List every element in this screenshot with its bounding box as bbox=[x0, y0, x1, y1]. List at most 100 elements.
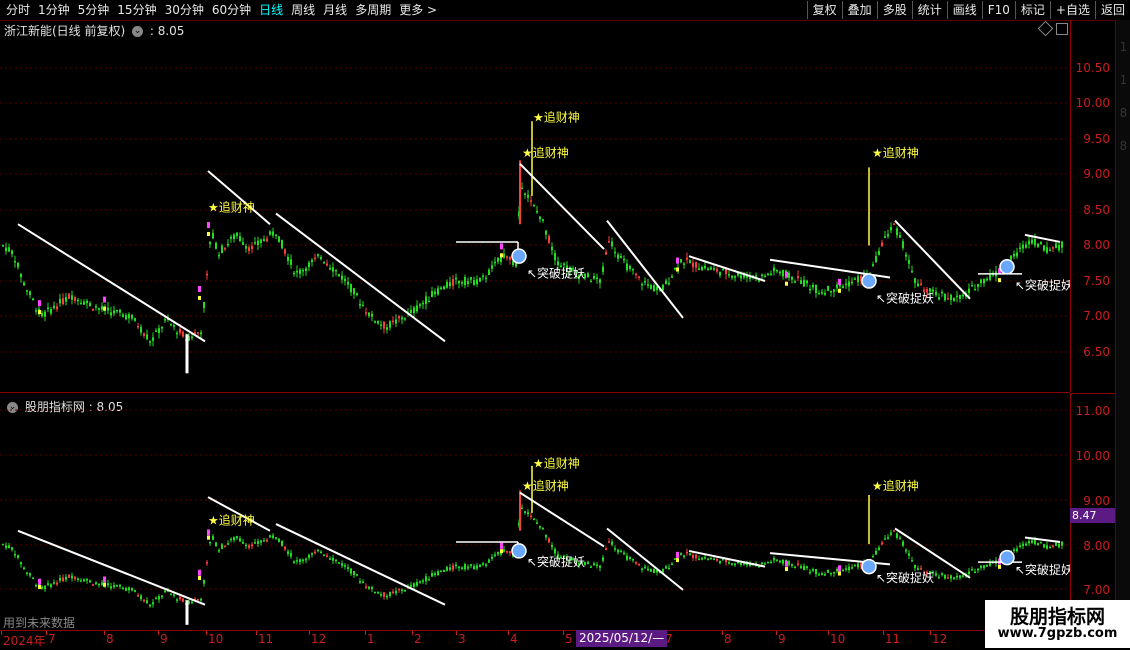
candle-body bbox=[338, 274, 340, 277]
signal-marker bbox=[38, 300, 41, 307]
candle-body bbox=[536, 211, 538, 213]
side-strip[interactable]: 1 1 8 8 bbox=[1115, 20, 1130, 630]
period-tab[interactable]: 多周期 bbox=[351, 0, 395, 20]
period-tab[interactable]: 60分钟 bbox=[208, 0, 255, 20]
trend-line bbox=[606, 220, 684, 319]
action-button[interactable]: 画线 bbox=[946, 1, 982, 19]
candle-body bbox=[920, 568, 922, 570]
candle-body bbox=[1010, 255, 1012, 260]
candle-body bbox=[173, 325, 175, 327]
signal-marker bbox=[838, 288, 841, 293]
candle-body bbox=[830, 290, 832, 293]
candle-body bbox=[527, 512, 529, 515]
candle-body bbox=[890, 532, 892, 535]
candle-body bbox=[977, 568, 979, 571]
signal-marker bbox=[103, 576, 106, 583]
candle-body bbox=[791, 563, 793, 566]
candle-body bbox=[89, 580, 91, 583]
action-button[interactable]: 复权 bbox=[806, 1, 842, 19]
candle-body bbox=[344, 565, 346, 567]
signal-marker bbox=[785, 567, 788, 572]
action-button[interactable]: 多股 bbox=[876, 1, 912, 19]
candle-body bbox=[191, 601, 193, 604]
candle-body bbox=[248, 247, 250, 252]
signal-marker bbox=[785, 281, 788, 286]
candle-body bbox=[419, 581, 421, 583]
candle-body bbox=[353, 288, 355, 295]
action-button[interactable]: 标记 bbox=[1014, 1, 1050, 19]
action-button[interactable]: +自选 bbox=[1049, 1, 1095, 19]
period-tab[interactable]: 分时 bbox=[2, 0, 34, 20]
period-tab[interactable]: 15分钟 bbox=[113, 0, 160, 20]
top-signal-label: ★追财神 bbox=[208, 199, 255, 214]
candle-body bbox=[671, 563, 673, 566]
candle-body bbox=[1049, 546, 1051, 549]
candle-body bbox=[635, 273, 637, 276]
candle-body bbox=[284, 249, 286, 254]
candle-body bbox=[983, 278, 985, 284]
candle-body bbox=[605, 548, 607, 550]
candle-body bbox=[227, 243, 229, 246]
candle-body bbox=[434, 291, 436, 295]
candle-body bbox=[500, 256, 502, 262]
candle-body bbox=[728, 562, 730, 564]
axis-tick: 10.00 bbox=[1075, 449, 1110, 463]
candle-body bbox=[854, 564, 856, 567]
period-tab[interactable]: 更多 > bbox=[395, 0, 441, 20]
period-tab[interactable]: 周线 bbox=[287, 0, 319, 20]
candle-body bbox=[380, 324, 382, 326]
candle-body bbox=[383, 321, 385, 329]
action-button[interactable]: F10 bbox=[981, 1, 1015, 19]
candle-body bbox=[770, 561, 772, 564]
strip-char: 8 bbox=[1119, 139, 1128, 153]
period-tab[interactable]: 1分钟 bbox=[34, 0, 74, 20]
candle-body bbox=[209, 541, 211, 544]
candle-body bbox=[137, 326, 139, 328]
candle-body bbox=[95, 306, 97, 308]
candle-body bbox=[62, 577, 64, 582]
candle-body bbox=[821, 291, 823, 294]
candle-body bbox=[935, 573, 937, 576]
candle-body bbox=[179, 596, 181, 600]
action-button[interactable]: 返回 bbox=[1094, 1, 1130, 19]
candle-body bbox=[845, 283, 847, 286]
candle-body bbox=[293, 272, 295, 275]
candle-body bbox=[146, 334, 148, 340]
candle-body bbox=[467, 281, 469, 284]
candle-body bbox=[257, 541, 259, 544]
lower-indicator-chart[interactable]: ★追财神 ★追财神 ★追财神 ★追财神 ↖突破捉妖 ↖突破捉妖 ↖突破捉妖 bbox=[0, 393, 1070, 630]
period-tab[interactable]: 30分钟 bbox=[161, 0, 208, 20]
panel-divider[interactable] bbox=[0, 392, 1070, 393]
candle-body bbox=[794, 281, 796, 283]
upper-kline-chart[interactable]: ★追财神 ★追财神 ★追财神 ★追财神 ↖突破捉妖 ↖突破捉妖 ↖突破捉妖 bbox=[0, 20, 1070, 392]
candle-body bbox=[305, 268, 307, 272]
candle-body bbox=[797, 563, 799, 566]
candle-body bbox=[449, 567, 451, 570]
candle-body bbox=[497, 257, 499, 262]
candle-body bbox=[764, 563, 766, 565]
action-button[interactable]: 叠加 bbox=[841, 1, 877, 19]
period-tab[interactable]: 5分钟 bbox=[74, 0, 114, 20]
candle-body bbox=[872, 555, 874, 558]
candle-body bbox=[125, 588, 127, 591]
signal-marker bbox=[838, 565, 841, 572]
candle-body bbox=[1025, 543, 1027, 546]
candle-body bbox=[446, 281, 448, 288]
period-tab[interactable]: 月线 bbox=[319, 0, 351, 20]
trend-line bbox=[519, 163, 605, 250]
candle-body bbox=[545, 230, 547, 235]
candle-body bbox=[902, 241, 904, 248]
period-tab[interactable]: 日线 bbox=[255, 0, 287, 20]
candle-body bbox=[32, 298, 34, 301]
candle-body bbox=[392, 320, 394, 323]
trend-line bbox=[606, 527, 684, 591]
candle-body bbox=[629, 557, 631, 559]
candle-body bbox=[164, 318, 166, 321]
candle-body bbox=[896, 533, 898, 538]
candle-body bbox=[398, 316, 400, 319]
candle-body bbox=[851, 281, 853, 284]
signal-marker bbox=[785, 560, 788, 567]
candle-body bbox=[401, 317, 403, 320]
action-button[interactable]: 统计 bbox=[911, 1, 947, 19]
candle-body bbox=[152, 602, 154, 605]
